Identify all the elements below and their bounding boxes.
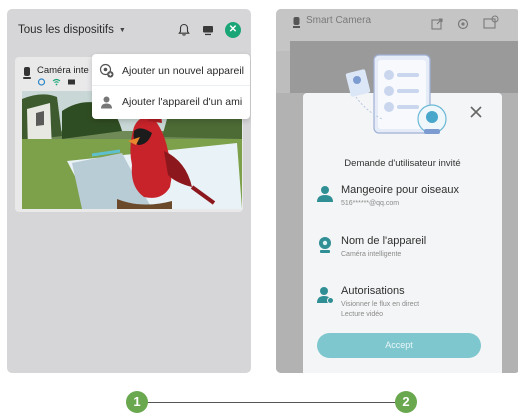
close-icon[interactable]: ✕ [225, 22, 241, 38]
bell-icon[interactable] [177, 23, 191, 37]
share-icon [431, 18, 443, 30]
add-device-menu: Ajouter un nouvel appareil Ajouter l'app… [92, 54, 250, 119]
menu-item-add-new-device[interactable]: Ajouter un nouvel appareil [92, 56, 250, 86]
background-camera-name: Smart Camera [306, 15, 372, 26]
field-label: Nom de l'appareil [341, 235, 427, 247]
battery-icon [68, 79, 75, 85]
message-icon [483, 15, 499, 29]
menu-item-label: Ajouter l'appareil d'un ami [122, 96, 243, 108]
camera-name: Caméra inte [37, 65, 89, 76]
field-label: Mangeoire pour oiseaux [341, 184, 460, 196]
camera-device-icon [23, 67, 31, 79]
dialog-title: Demande d'utilisateur invité [344, 158, 461, 169]
close-icon[interactable] [469, 105, 483, 119]
app-screen-device-list: Tous les dispositifs ▼ ✕ Caméra inte Ajo… [7, 9, 251, 373]
field-label: Autorisations [341, 285, 405, 297]
menu-item-label: Ajouter un nouvel appareil [122, 64, 245, 77]
permission-item: Lecture vidéo [341, 310, 384, 318]
permission-icon [317, 287, 334, 304]
friend-icon [101, 96, 112, 108]
device-filter-dropdown[interactable]: Tous les dispositifs ▼ [18, 24, 126, 36]
field-value: Caméra intelligente [341, 251, 402, 258]
user-icon [317, 186, 333, 202]
wifi-icon [52, 78, 61, 86]
app-screen-invite-request: Smart Camera Demande d'utilisateur invit… [276, 9, 518, 373]
settings-icon [457, 18, 469, 30]
step-badge-1: 1 [126, 391, 148, 413]
field-value: Visionner le flux en direct Lecture vidé… [341, 300, 419, 319]
step-connector-line [137, 402, 407, 403]
invite-illustration [345, 54, 447, 134]
permission-item: Visionner le flux en direct [341, 301, 420, 308]
accept-button[interactable]: Accept [317, 333, 481, 358]
top-bar: Tous les dispositifs ▼ ✕ [7, 9, 251, 53]
device-icon [319, 237, 331, 253]
multi-screen-icon[interactable] [201, 23, 215, 37]
camera-status-icons [37, 78, 76, 86]
caret-down-icon: ▼ [118, 26, 126, 34]
camera-device-icon [293, 17, 300, 28]
menu-item-add-friend-device[interactable]: Ajouter l'appareil d'un ami [92, 87, 250, 117]
device-filter-label: Tous les dispositifs [18, 24, 114, 36]
cloud-icon [37, 78, 46, 86]
add-device-icon [99, 63, 114, 78]
field-value: 516******@qq.com [341, 200, 400, 207]
step-badge-2: 2 [395, 391, 417, 413]
